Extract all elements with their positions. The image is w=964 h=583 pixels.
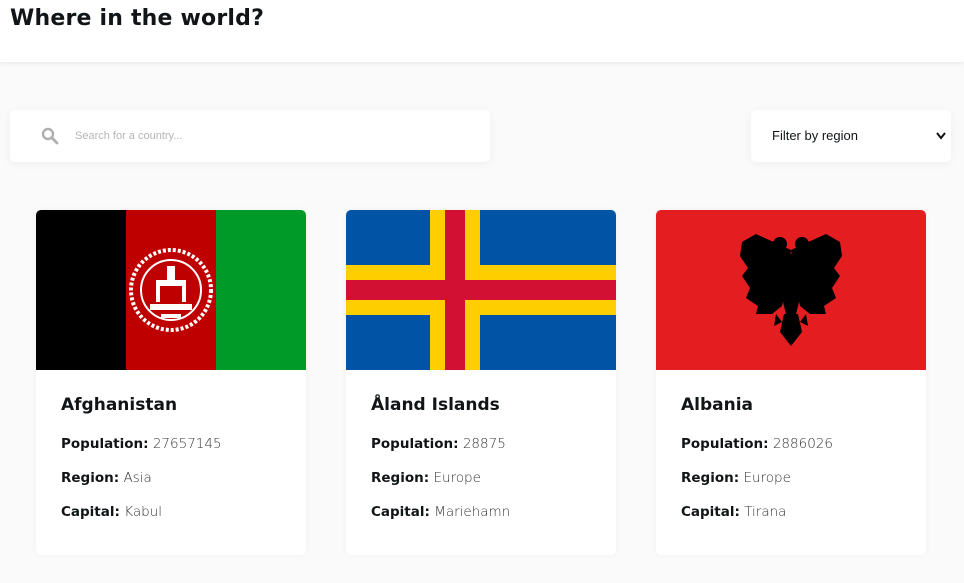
app-header: Where in the world? <box>0 0 964 62</box>
country-capital: Capital: Kabul <box>61 504 162 520</box>
country-card[interactable]: Afghanistan Population: 27657145 Region:… <box>36 210 306 555</box>
country-card[interactable]: Åland Islands Population: 28875 Region: … <box>346 210 616 555</box>
country-region: Region: Asia <box>61 470 152 486</box>
chevron-down-icon <box>936 132 946 140</box>
country-card[interactable]: Albania Population: 2886026 Region: Euro… <box>656 210 926 555</box>
flag-image <box>656 210 926 370</box>
country-name: Åland Islands <box>371 395 500 415</box>
search-input[interactable] <box>75 124 475 148</box>
country-region: Region: Europe <box>681 470 791 486</box>
flag-image <box>346 210 616 370</box>
search-bar[interactable] <box>10 110 490 162</box>
flag-image <box>36 210 306 370</box>
region-filter-label: Filter by region <box>772 128 858 143</box>
country-population: Population: 28875 <box>371 436 506 452</box>
country-name: Albania <box>681 395 754 415</box>
country-capital: Capital: Mariehamn <box>371 504 511 520</box>
search-icon <box>41 127 59 145</box>
country-region: Region: Europe <box>371 470 481 486</box>
country-population: Population: 27657145 <box>61 436 222 452</box>
app-title: Where in the world? <box>10 6 265 31</box>
country-population: Population: 2886026 <box>681 436 833 452</box>
country-capital: Capital: Tirana <box>681 504 787 520</box>
country-name: Afghanistan <box>61 395 178 415</box>
region-filter-select[interactable]: Filter by region <box>751 110 951 162</box>
